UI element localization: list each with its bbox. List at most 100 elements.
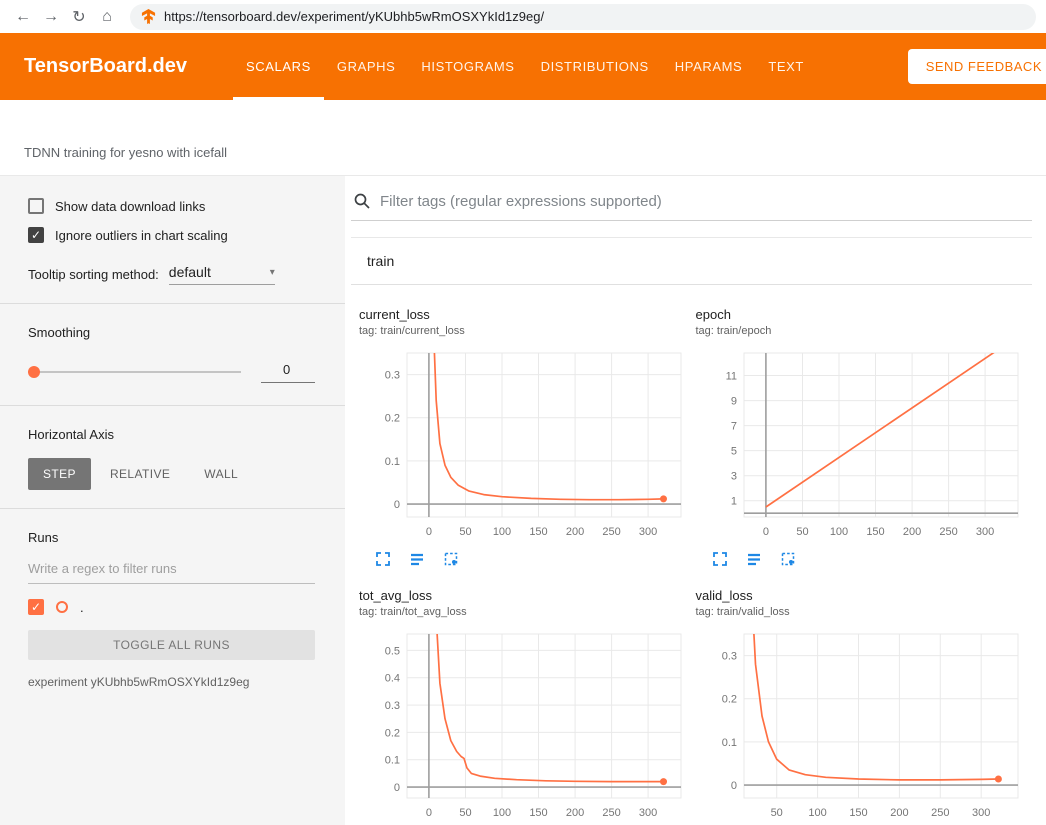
horizontal-axis-section: Horizontal Axis STEP RELATIVE WALL <box>0 427 345 508</box>
svg-text:0.2: 0.2 <box>385 727 400 739</box>
svg-text:0.5: 0.5 <box>385 645 400 657</box>
settings-sidebar: Show data download links Ignore outliers… <box>0 176 345 825</box>
axis-mode-step[interactable]: STEP <box>28 458 91 490</box>
line-chart[interactable]: 05010015020025030000.10.20.30.40.5 <box>359 628 696 825</box>
app-header: TensorBoard.dev SCALARS GRAPHS HISTOGRAM… <box>0 33 1046 100</box>
svg-text:100: 100 <box>829 526 847 538</box>
fit-domain-icon[interactable] <box>780 551 797 568</box>
ignore-outliers-label: Ignore outliers in chart scaling <box>55 228 228 243</box>
ignore-outliers-checkbox[interactable] <box>28 227 44 243</box>
svg-text:250: 250 <box>602 526 620 538</box>
show-download-links-checkbox[interactable] <box>28 198 44 214</box>
svg-text:300: 300 <box>639 526 657 538</box>
svg-text:200: 200 <box>566 526 584 538</box>
expand-chart-icon[interactable] <box>375 551 392 568</box>
svg-text:50: 50 <box>796 526 808 538</box>
home-button[interactable]: ⌂ <box>94 4 120 30</box>
smoothing-section: Smoothing 0 <box>0 325 345 405</box>
axis-mode-wall[interactable]: WALL <box>189 458 253 490</box>
svg-text:0: 0 <box>394 499 400 511</box>
svg-text:0.1: 0.1 <box>385 755 400 767</box>
svg-text:50: 50 <box>459 807 471 819</box>
run-list-item[interactable]: . <box>28 599 315 615</box>
smoothing-slider-thumb[interactable] <box>28 366 40 378</box>
forward-button[interactable]: → <box>38 4 64 30</box>
line-chart[interactable]: 0501001502002503001357911 <box>696 347 1033 548</box>
charts-grid: current_loss tag: train/current_loss 050… <box>351 285 1032 825</box>
axis-mode-relative[interactable]: RELATIVE <box>95 458 185 490</box>
tooltip-sorting-value: default <box>169 264 211 280</box>
reload-button[interactable]: ↻ <box>66 4 92 30</box>
chart-tag: tag: train/valid_loss <box>696 606 1033 618</box>
chart-title: tot_avg_loss <box>359 588 696 603</box>
svg-text:0.2: 0.2 <box>721 694 736 706</box>
svg-text:0.4: 0.4 <box>385 673 400 685</box>
tag-filter-input[interactable] <box>380 193 1032 210</box>
svg-text:0.3: 0.3 <box>385 370 400 382</box>
tab-distributions[interactable]: DISTRIBUTIONS <box>528 33 662 100</box>
svg-text:0.3: 0.3 <box>385 700 400 712</box>
line-chart[interactable]: 05010015020025030000.10.20.3 <box>359 347 696 548</box>
smoothing-slider[interactable] <box>28 365 241 379</box>
chart-actions <box>359 551 696 568</box>
fit-domain-icon[interactable] <box>443 551 460 568</box>
url-bar[interactable]: https://tensorboard.dev/experiment/yKUbh… <box>130 4 1036 30</box>
tab-hparams[interactable]: HPARAMS <box>662 33 756 100</box>
toggle-all-runs-button[interactable]: TOGGLE ALL RUNS <box>28 630 315 660</box>
svg-text:50: 50 <box>770 807 782 819</box>
train-section-header[interactable]: train <box>351 238 1032 285</box>
expand-chart-icon[interactable] <box>712 551 729 568</box>
svg-text:11: 11 <box>725 371 736 383</box>
svg-text:0.1: 0.1 <box>721 737 736 749</box>
tab-scalars[interactable]: SCALARS <box>233 33 324 100</box>
svg-text:0: 0 <box>762 526 768 538</box>
general-settings-section: Show data download links Ignore outliers… <box>0 198 345 303</box>
back-button[interactable]: ← <box>10 4 36 30</box>
chart-tag: tag: train/current_loss <box>359 325 696 337</box>
svg-text:100: 100 <box>493 526 511 538</box>
runs-section: Runs . TOGGLE ALL RUNS experiment yKUbhb… <box>0 530 345 707</box>
ignore-outliers-row[interactable]: Ignore outliers in chart scaling <box>28 227 315 243</box>
train-section-card: train current_loss tag: train/current_lo… <box>351 237 1032 825</box>
url-text: https://tensorboard.dev/experiment/yKUbh… <box>164 9 544 24</box>
run-checkbox[interactable] <box>28 599 44 615</box>
chart-card: current_loss tag: train/current_loss 050… <box>359 307 696 568</box>
tooltip-sorting-dropdown[interactable]: default ▾ <box>169 264 275 285</box>
show-download-links-row[interactable]: Show data download links <box>28 198 315 214</box>
svg-text:50: 50 <box>459 526 471 538</box>
send-feedback-button[interactable]: SEND FEEDBACK <box>908 49 1046 84</box>
chart-title: epoch <box>696 307 1033 322</box>
runs-filter-input[interactable] <box>28 557 315 584</box>
svg-text:250: 250 <box>939 526 957 538</box>
svg-text:200: 200 <box>566 807 584 819</box>
line-chart[interactable]: 5010015020025030000.10.20.3 <box>696 628 1033 825</box>
svg-text:0.3: 0.3 <box>721 651 736 663</box>
experiment-title: TDNN training for yesno with icefall <box>24 145 227 160</box>
chart-card: epoch tag: train/epoch 05010015020025030… <box>696 307 1033 568</box>
tensorboard-favicon <box>141 9 156 24</box>
svg-text:0: 0 <box>730 780 736 792</box>
tab-text[interactable]: TEXT <box>755 33 817 100</box>
runs-label: Runs <box>28 530 315 545</box>
data-series-lines-icon[interactable] <box>409 551 426 568</box>
section-title: train <box>367 253 394 269</box>
chart-tag: tag: train/epoch <box>696 325 1033 337</box>
svg-text:7: 7 <box>730 421 736 433</box>
svg-text:150: 150 <box>849 807 867 819</box>
divider <box>0 508 345 509</box>
run-color-swatch <box>56 601 68 613</box>
smoothing-value[interactable]: 0 <box>261 360 315 383</box>
horizontal-axis-label: Horizontal Axis <box>28 427 315 442</box>
chart-card: tot_avg_loss tag: train/tot_avg_loss 050… <box>359 588 696 825</box>
axis-mode-buttons: STEP RELATIVE WALL <box>28 458 315 490</box>
tab-graphs[interactable]: GRAPHS <box>324 33 409 100</box>
search-icon <box>353 192 371 210</box>
tag-filter-row <box>351 192 1032 221</box>
tab-histograms[interactable]: HISTOGRAMS <box>408 33 527 100</box>
data-series-lines-icon[interactable] <box>746 551 763 568</box>
experiment-id-label: experiment yKUbhb5wRmOSXYkId1z9eg <box>28 675 315 689</box>
svg-text:150: 150 <box>866 526 884 538</box>
svg-text:150: 150 <box>529 807 547 819</box>
svg-text:5: 5 <box>730 446 736 458</box>
smoothing-label: Smoothing <box>28 325 315 340</box>
